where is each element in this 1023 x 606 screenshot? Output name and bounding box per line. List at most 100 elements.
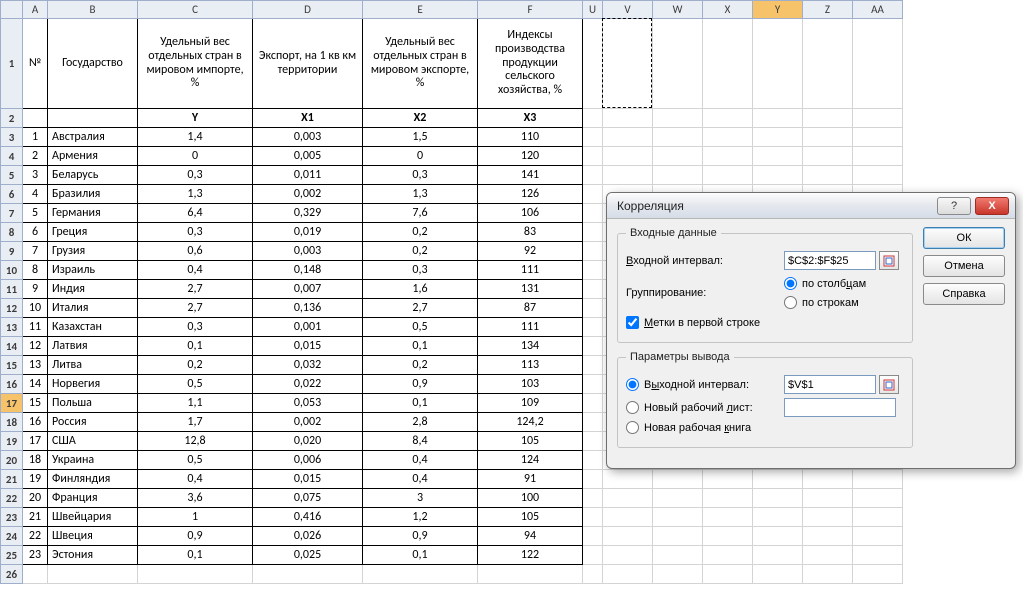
cell[interactable]: Греция xyxy=(48,223,138,242)
row-header-4[interactable]: 4 xyxy=(1,147,23,166)
cell[interactable] xyxy=(23,565,48,584)
help-window-button[interactable]: ? xyxy=(937,197,971,215)
cell[interactable] xyxy=(583,337,603,356)
cell[interactable]: 0,6 xyxy=(138,242,253,261)
cell[interactable] xyxy=(583,565,603,584)
cell[interactable]: 105 xyxy=(478,508,583,527)
cell[interactable] xyxy=(583,356,603,375)
cell[interactable] xyxy=(603,508,653,527)
cell[interactable]: 0,136 xyxy=(253,299,363,318)
col-header-A[interactable]: A xyxy=(23,1,48,19)
cell[interactable] xyxy=(583,204,603,223)
cell[interactable]: 1 xyxy=(138,508,253,527)
cell[interactable]: 12,8 xyxy=(138,432,253,451)
cell[interactable]: Беларусь xyxy=(48,166,138,185)
cell[interactable] xyxy=(583,546,603,565)
cell[interactable]: 0,3 xyxy=(363,261,478,280)
cell[interactable]: 0,3 xyxy=(363,166,478,185)
cell[interactable]: 0,9 xyxy=(138,527,253,546)
header-cell[interactable]: Удельный вес отдельных стран в мировом э… xyxy=(363,19,478,109)
cell[interactable]: 2,8 xyxy=(363,413,478,432)
row-header-26[interactable]: 26 xyxy=(1,565,23,584)
cell[interactable] xyxy=(803,565,853,584)
cell[interactable]: 0,329 xyxy=(253,204,363,223)
cell[interactable]: 2,7 xyxy=(138,299,253,318)
cell[interactable] xyxy=(653,565,703,584)
cell[interactable]: 20 xyxy=(23,489,48,508)
row-header-5[interactable]: 5 xyxy=(1,166,23,185)
cell[interactable]: 0,5 xyxy=(138,375,253,394)
cell[interactable]: 4 xyxy=(23,185,48,204)
cell[interactable] xyxy=(753,166,803,185)
cell[interactable] xyxy=(583,527,603,546)
cell[interactable] xyxy=(753,508,803,527)
cell[interactable] xyxy=(803,527,853,546)
cell[interactable] xyxy=(853,147,903,166)
cell[interactable] xyxy=(583,128,603,147)
header-cell[interactable]: Государство xyxy=(48,19,138,109)
col-header-W[interactable]: W xyxy=(653,1,703,19)
labels-first-row-checkbox[interactable] xyxy=(626,316,639,329)
row-header-21[interactable]: 21 xyxy=(1,470,23,489)
cell[interactable]: Латвия xyxy=(48,337,138,356)
cell[interactable] xyxy=(583,185,603,204)
cell[interactable]: 8,4 xyxy=(363,432,478,451)
cell[interactable]: 122 xyxy=(478,546,583,565)
row-header-22[interactable]: 22 xyxy=(1,489,23,508)
cell[interactable]: 2,7 xyxy=(363,299,478,318)
cell[interactable]: 16 xyxy=(23,413,48,432)
cell[interactable] xyxy=(653,527,703,546)
cell[interactable]: Швеция xyxy=(48,527,138,546)
cell[interactable] xyxy=(138,565,253,584)
cell[interactable] xyxy=(603,527,653,546)
cell[interactable]: Германия xyxy=(48,204,138,223)
cell[interactable] xyxy=(703,128,753,147)
range-picker-icon[interactable] xyxy=(879,375,899,394)
cell[interactable]: Эстония xyxy=(48,546,138,565)
cell[interactable]: 7,6 xyxy=(363,204,478,223)
cell[interactable]: 0,4 xyxy=(138,470,253,489)
cell[interactable] xyxy=(583,394,603,413)
cell[interactable]: 1,7 xyxy=(138,413,253,432)
cell[interactable] xyxy=(478,565,583,584)
cell[interactable] xyxy=(653,546,703,565)
cell[interactable]: 0,1 xyxy=(363,394,478,413)
var-cell[interactable]: Y xyxy=(138,109,253,128)
cell[interactable]: 0,005 xyxy=(253,147,363,166)
cell[interactable] xyxy=(853,128,903,147)
cell[interactable] xyxy=(753,19,803,109)
cell[interactable]: 120 xyxy=(478,147,583,166)
cell[interactable]: 91 xyxy=(478,470,583,489)
cell[interactable]: Польша xyxy=(48,394,138,413)
cell[interactable]: Армения xyxy=(48,147,138,166)
cell[interactable]: 13 xyxy=(23,356,48,375)
by-rows-radio[interactable]: по строкам xyxy=(784,296,859,309)
col-header-V[interactable]: V xyxy=(603,1,653,19)
cell[interactable] xyxy=(853,508,903,527)
cell[interactable]: 131 xyxy=(478,280,583,299)
header-cell[interactable]: Экспорт, на 1 кв км территории xyxy=(253,19,363,109)
cell[interactable] xyxy=(583,299,603,318)
cell[interactable]: 7 xyxy=(23,242,48,261)
cell[interactable]: 0,3 xyxy=(138,318,253,337)
cell[interactable] xyxy=(583,19,603,109)
select-all-corner[interactable] xyxy=(1,1,23,19)
cell[interactable]: 0,001 xyxy=(253,318,363,337)
cell[interactable] xyxy=(583,318,603,337)
cell[interactable]: 92 xyxy=(478,242,583,261)
cell[interactable]: 22 xyxy=(23,527,48,546)
cell[interactable]: 1,4 xyxy=(138,128,253,147)
cell[interactable]: 124,2 xyxy=(478,413,583,432)
col-header-F[interactable]: F xyxy=(478,1,583,19)
cell[interactable] xyxy=(603,470,653,489)
cell[interactable] xyxy=(583,470,603,489)
cell[interactable] xyxy=(853,565,903,584)
row-header-1[interactable]: 1 xyxy=(1,19,23,109)
row-header-10[interactable]: 10 xyxy=(1,261,23,280)
cell[interactable] xyxy=(583,413,603,432)
labels-first-row-check[interactable]: Метки в первой строке xyxy=(626,316,904,329)
header-cell[interactable]: Удельный вес отдельных стран в мировом и… xyxy=(138,19,253,109)
cell[interactable]: 87 xyxy=(478,299,583,318)
cell[interactable] xyxy=(603,147,653,166)
cell[interactable] xyxy=(603,565,653,584)
